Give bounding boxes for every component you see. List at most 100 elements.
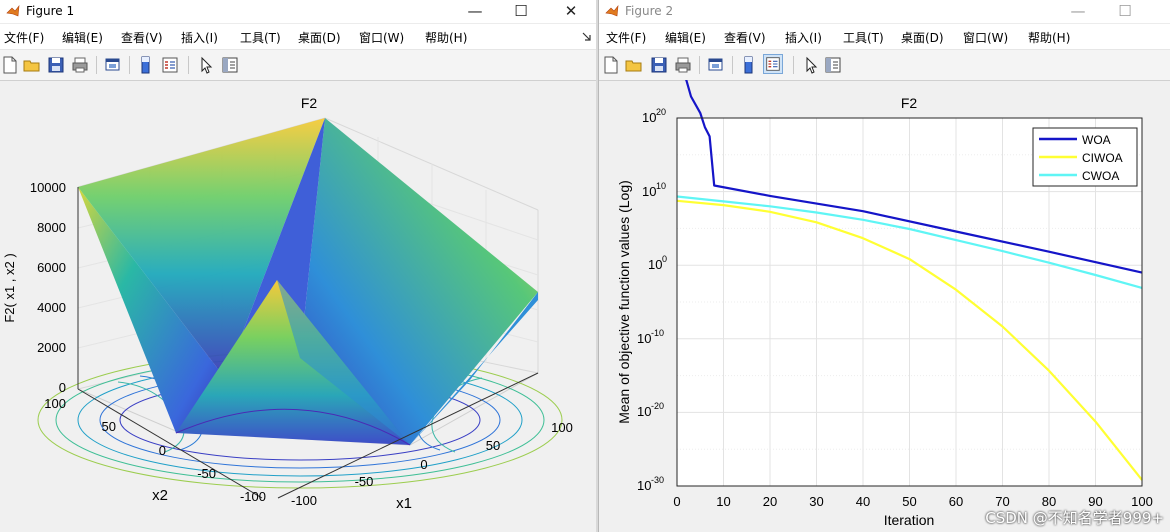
toolbar-separator	[96, 56, 97, 74]
svg-text:10: 10	[637, 331, 651, 346]
print-icon[interactable]	[673, 55, 693, 75]
edit-plot-arrow-icon[interactable]	[801, 55, 821, 75]
figure2-titlebar[interactable]: Figure 2 — ☐	[599, 0, 1170, 24]
chart-title: F2	[901, 95, 918, 111]
link-plot-icon[interactable]	[706, 55, 726, 75]
svg-text:-30: -30	[651, 475, 664, 485]
legend-icon[interactable]	[763, 54, 783, 74]
menu-view[interactable]: 查看(V)	[724, 29, 766, 46]
x-tick-label: 60	[949, 494, 963, 509]
z-tick-label: 2000	[37, 340, 66, 355]
menu-help[interactable]: 帮助(H)	[425, 29, 467, 46]
x-tick-label: 50	[902, 494, 916, 509]
svg-text:10: 10	[642, 184, 656, 199]
legend-label-woa: WOA	[1082, 133, 1111, 147]
toolbar-separator	[129, 56, 130, 74]
figure2-menubar: 文件(F) 编辑(E) 查看(V) 插入(I) 工具(T) 桌面(D) 窗口(W…	[599, 24, 1170, 50]
colorbar-icon[interactable]	[739, 55, 759, 75]
svg-text:10: 10	[642, 110, 656, 125]
new-figure-icon[interactable]	[0, 55, 20, 75]
convergence-chart[interactable]: 0 10 20 30 40 50 60 70 80 90 100 10 20 10 10 10 0 10-…	[599, 80, 1170, 532]
svg-text:10: 10	[656, 181, 666, 191]
svg-text:-10: -10	[651, 328, 664, 338]
svg-text:10: 10	[637, 478, 651, 493]
watermark: CSDN @不知名学者999+	[985, 509, 1164, 527]
x1-tick-label: 50	[486, 438, 500, 453]
surface-plot[interactable]: 10000 8000 6000 4000 2000 0 F2( x1 , x2 …	[0, 80, 596, 532]
link-plot-icon[interactable]	[103, 55, 123, 75]
menu-tools[interactable]: 工具(T)	[843, 29, 884, 46]
menu-edit[interactable]: 编辑(E)	[62, 29, 103, 46]
toolbar-separator	[188, 56, 189, 74]
z-tick-label: 4000	[37, 300, 66, 315]
menu-window[interactable]: 窗口(W)	[963, 29, 1008, 46]
menu-desktop[interactable]: 桌面(D)	[298, 29, 341, 46]
x-axis-label: Iteration	[884, 512, 935, 528]
x2-tick-label: 50	[102, 419, 116, 434]
minimize-button[interactable]: —	[1055, 0, 1101, 23]
matlab-logo-icon	[6, 5, 20, 17]
x-tick-label: 20	[763, 494, 777, 509]
svg-text:20: 20	[656, 107, 666, 117]
new-figure-icon[interactable]	[601, 55, 621, 75]
svg-text:10: 10	[648, 257, 662, 272]
close-button[interactable]: ✕	[548, 0, 594, 23]
figure2-window: Figure 2 — ☐ 文件(F) 编辑(E) 查看(V) 插入(I) 工具(…	[598, 0, 1170, 532]
legend-icon[interactable]	[160, 55, 180, 75]
menu-help[interactable]: 帮助(H)	[1028, 29, 1070, 46]
y-tick-label: 10 -10	[637, 328, 664, 346]
open-file-icon[interactable]	[624, 55, 644, 75]
x2-axis-label: x2	[152, 487, 168, 504]
x-tick-label: 40	[856, 494, 870, 509]
toolbar-separator	[732, 56, 733, 74]
property-inspector-icon[interactable]	[823, 55, 843, 75]
menu-tools[interactable]: 工具(T)	[240, 29, 281, 46]
menu-desktop[interactable]: 桌面(D)	[901, 29, 944, 46]
figure1-plot-title: F2	[301, 95, 318, 111]
figure1-title: Figure 1	[26, 4, 75, 18]
menu-edit[interactable]: 编辑(E)	[665, 29, 706, 46]
figure1-toolbar	[0, 50, 596, 81]
open-file-icon[interactable]	[22, 55, 42, 75]
maximize-button[interactable]: ☐	[1102, 0, 1148, 23]
menu-insert[interactable]: 插入(I)	[181, 29, 218, 46]
x-tick-label: 0	[673, 494, 680, 509]
figure1-window: Figure 1 — ☐ ✕ 文件(F) 编辑(E) 查看(V) 插入(I) 工…	[0, 0, 596, 532]
edit-plot-arrow-icon[interactable]	[196, 55, 216, 75]
matlab-logo-icon	[605, 5, 619, 17]
print-icon[interactable]	[70, 55, 90, 75]
maximize-button[interactable]: ☐	[498, 0, 544, 23]
x1-axis-label: x1	[396, 495, 412, 512]
y-tick-label: 10 -30	[637, 475, 664, 493]
menu-window[interactable]: 窗口(W)	[359, 29, 404, 46]
x-tick-label: 10	[716, 494, 730, 509]
z-tick-label: 6000	[37, 260, 66, 275]
figure1-titlebar[interactable]: Figure 1 — ☐ ✕	[0, 0, 596, 24]
y-tick-label: 10 -20	[637, 401, 664, 419]
svg-text:-20: -20	[651, 401, 664, 411]
z-tick-label: 10000	[30, 180, 66, 195]
colorbar-icon[interactable]	[136, 55, 156, 75]
menu-file[interactable]: 文件(F)	[4, 29, 44, 46]
dock-arrow-icon[interactable]	[582, 32, 591, 41]
menu-insert[interactable]: 插入(I)	[785, 29, 822, 46]
save-icon[interactable]	[46, 55, 66, 75]
x1-tick-label: -50	[355, 474, 374, 489]
svg-text:0: 0	[662, 254, 667, 264]
property-inspector-icon[interactable]	[220, 55, 240, 75]
toolbar-separator	[699, 56, 700, 74]
x-tick-label: 30	[809, 494, 823, 509]
figure2-toolbar	[599, 50, 1170, 81]
menu-view[interactable]: 查看(V)	[121, 29, 163, 46]
y-axis-label: Mean of objective function values (Log)	[616, 180, 632, 424]
x2-tick-label: 100	[44, 396, 66, 411]
z-tick-label: 8000	[37, 220, 66, 235]
x2-tick-label: 0	[159, 443, 166, 458]
minimize-button[interactable]: —	[452, 0, 498, 23]
z-tick-label: 0	[59, 380, 66, 395]
y-axis: 10 20 10 10 10 0 10 -10 10 -20 10 -30	[637, 107, 667, 493]
figure1-menubar: 文件(F) 编辑(E) 查看(V) 插入(I) 工具(T) 桌面(D) 窗口(W…	[0, 24, 596, 50]
save-icon[interactable]	[649, 55, 669, 75]
menu-file[interactable]: 文件(F)	[606, 29, 646, 46]
legend[interactable]: WOA CIWOA CWOA	[1032, 127, 1138, 187]
